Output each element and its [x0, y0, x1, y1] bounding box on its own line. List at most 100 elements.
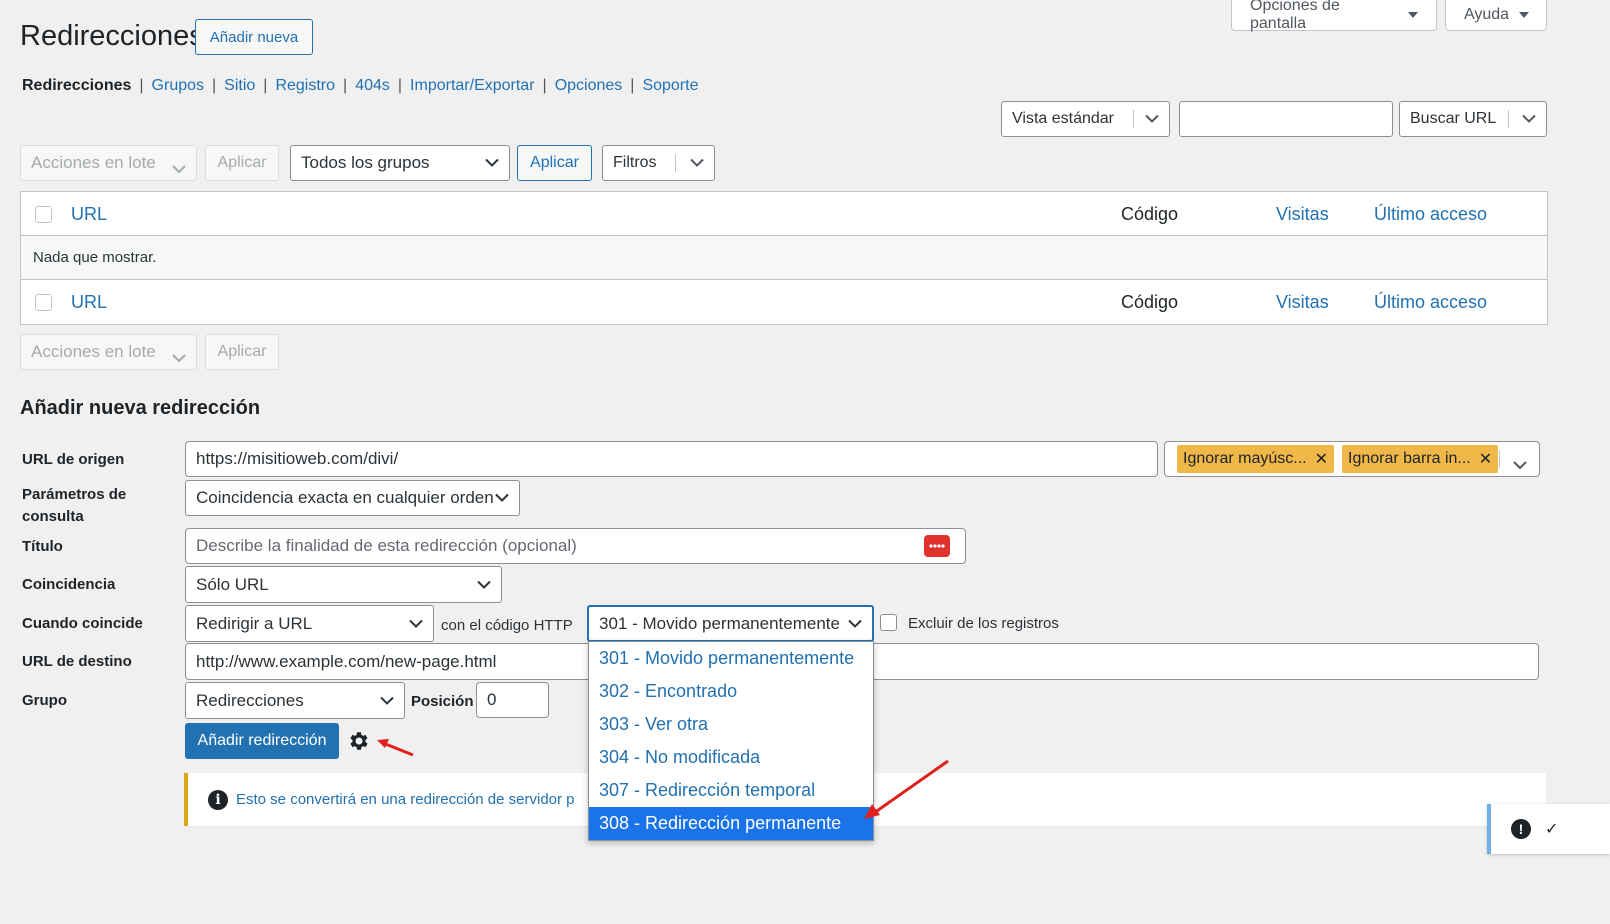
- caret-down-icon: [1408, 12, 1418, 18]
- col-hits[interactable]: Visitas: [1276, 204, 1329, 225]
- col-url[interactable]: URL: [71, 204, 107, 225]
- group-label: Grupo: [22, 692, 67, 709]
- apply-bulk-button-bottom[interactable]: Aplicar: [205, 334, 279, 370]
- http-code-select[interactable]: 301 - Movido permanentemente: [587, 605, 874, 642]
- flag-tag-label: Ignorar barra in...: [1348, 450, 1471, 467]
- info-icon: i: [208, 789, 228, 810]
- view-select-value: Vista estándar: [1012, 110, 1114, 127]
- action-value: Redirigir a URL: [196, 613, 313, 633]
- caret-down-icon: [1519, 12, 1530, 18]
- chevron-down-icon: [172, 159, 186, 179]
- subnav-redirecciones[interactable]: Redirecciones: [22, 77, 131, 95]
- http-code-label: con el código HTTP: [441, 617, 573, 634]
- http-option-308[interactable]: 308 - Redirección permanente: [589, 807, 873, 840]
- table-header: URL Código Visitas Último acceso: [21, 192, 1547, 236]
- position-input[interactable]: 0: [476, 682, 549, 718]
- source-url-label: URL de origen: [22, 451, 125, 468]
- select-all-checkbox[interactable]: [35, 206, 52, 223]
- chevron-down-icon[interactable]: [1513, 455, 1527, 475]
- filters-button[interactable]: Filtros: [602, 145, 715, 181]
- chevron-down-icon: [848, 619, 862, 628]
- chevron-down-icon: [495, 493, 509, 503]
- notice-text: Esto se convertirá en una redirección de…: [236, 791, 575, 808]
- query-params-value: Coincidencia exacta en cualquier orden: [196, 488, 494, 507]
- flag-tag: Ignorar mayúsc... ✕: [1177, 445, 1335, 473]
- view-select[interactable]: Vista estándar: [1001, 101, 1170, 137]
- col-code: Código: [1121, 204, 1179, 224]
- flag-tag-label: Ignorar mayúsc...: [1183, 450, 1307, 467]
- filters-label: Filtros: [613, 154, 657, 171]
- help-button[interactable]: Ayuda: [1445, 0, 1547, 31]
- subnav-registro[interactable]: Registro: [275, 77, 335, 95]
- subnav-soporte[interactable]: Soporte: [642, 77, 698, 95]
- apply-bulk-button[interactable]: Aplicar: [205, 145, 279, 181]
- subnav-sitio[interactable]: Sitio: [224, 77, 255, 95]
- col-last-access[interactable]: Último acceso: [1374, 292, 1487, 313]
- subnav-grupos[interactable]: Grupos: [152, 77, 204, 95]
- password-manager-icon[interactable]: [924, 535, 950, 557]
- title-input[interactable]: Describe la finalidad de esta redirecció…: [185, 528, 966, 564]
- check-icon: ✓: [1545, 821, 1559, 838]
- group-select[interactable]: Redirecciones: [185, 682, 405, 719]
- screen-options-button[interactable]: Opciones de pantalla: [1231, 0, 1437, 32]
- match-value: Sólo URL: [196, 574, 269, 594]
- status-widget[interactable]: ! ✓: [1487, 804, 1610, 854]
- query-params-select[interactable]: Coincidencia exacta en cualquier orden: [185, 480, 520, 516]
- exclude-logs-label: Excluir de los registros: [908, 615, 1059, 632]
- exclude-logs-checkbox[interactable]: [880, 614, 897, 631]
- subnav-404s[interactable]: 404s: [355, 77, 390, 95]
- chevron-down-icon: [485, 158, 499, 168]
- close-icon[interactable]: ✕: [1315, 449, 1328, 469]
- groups-select-value: Todos los grupos: [301, 153, 430, 172]
- query-params-label: Parámetros de consulta: [22, 486, 127, 525]
- screen-options-label: Opciones de pantalla: [1250, 0, 1340, 32]
- groups-select[interactable]: Todos los grupos: [290, 145, 510, 181]
- flag-tag: Ignorar barra in... ✕: [1342, 445, 1499, 473]
- search-url-button[interactable]: Buscar URL: [1399, 101, 1547, 137]
- source-url-input[interactable]: https://misitioweb.com/divi/: [185, 441, 1158, 477]
- match-select[interactable]: Sólo URL: [185, 566, 502, 603]
- add-new-button[interactable]: Añadir nueva: [195, 19, 313, 55]
- subnav-opciones[interactable]: Opciones: [555, 77, 623, 95]
- chevron-down-icon: [380, 696, 394, 705]
- add-redirect-button[interactable]: Añadir redirección: [185, 723, 339, 759]
- col-hits[interactable]: Visitas: [1276, 292, 1329, 313]
- col-url[interactable]: URL: [71, 292, 107, 313]
- bulk-actions-select-bottom[interactable]: Acciones en lote: [20, 334, 197, 370]
- bulk-actions-value: Acciones en lote: [31, 342, 156, 361]
- http-code-dropdown: 301 - Movido permanentemente 302 - Encon…: [588, 641, 874, 841]
- select-all-checkbox[interactable]: [35, 294, 52, 311]
- title-label: Título: [22, 538, 63, 555]
- empty-row: Nada que mostrar.: [21, 236, 1547, 280]
- chevron-down-icon: [690, 158, 704, 168]
- source-flags-select[interactable]: Ignorar mayúsc... ✕ Ignorar barra in... ✕: [1164, 441, 1540, 477]
- add-redirect-heading: Añadir nueva redirección: [20, 397, 261, 419]
- target-url-label: URL de destino: [22, 653, 132, 670]
- search-input[interactable]: [1179, 101, 1393, 137]
- http-option-303[interactable]: 303 - Ver otra: [589, 708, 873, 741]
- group-value: Redirecciones: [196, 690, 304, 710]
- http-option-304[interactable]: 304 - No modificada: [589, 741, 873, 774]
- http-option-301[interactable]: 301 - Movido permanentemente: [589, 642, 873, 675]
- apply-group-button[interactable]: Aplicar: [517, 145, 592, 181]
- chevron-down-icon: [1145, 114, 1159, 124]
- title-placeholder: Describe la finalidad de esta redirecció…: [196, 536, 577, 555]
- chevron-down-icon: [477, 580, 491, 589]
- page-title: Redirecciones: [20, 20, 204, 52]
- match-label: Coincidencia: [22, 576, 116, 593]
- http-code-value: 301 - Movido permanentemente: [599, 613, 840, 633]
- annotation-arrow-icon: [864, 759, 949, 819]
- bulk-actions-select[interactable]: Acciones en lote: [20, 145, 197, 181]
- close-icon[interactable]: ✕: [1479, 449, 1492, 469]
- action-select[interactable]: Redirigir a URL: [185, 605, 434, 642]
- chevron-down-icon[interactable]: [1522, 114, 1536, 124]
- http-option-307[interactable]: 307 - Redirección temporal: [589, 774, 873, 807]
- when-matched-label: Cuando coincide: [22, 615, 143, 632]
- http-option-302[interactable]: 302 - Encontrado: [589, 675, 873, 708]
- subnav-importar-exportar[interactable]: Importar/Exportar: [410, 77, 534, 95]
- gear-icon[interactable]: [347, 729, 371, 758]
- annotation-arrow-icon: [377, 739, 414, 757]
- table-footer: URL Código Visitas Último acceso: [21, 280, 1547, 324]
- col-last-access[interactable]: Último acceso: [1374, 204, 1487, 225]
- chevron-down-icon: [172, 348, 186, 368]
